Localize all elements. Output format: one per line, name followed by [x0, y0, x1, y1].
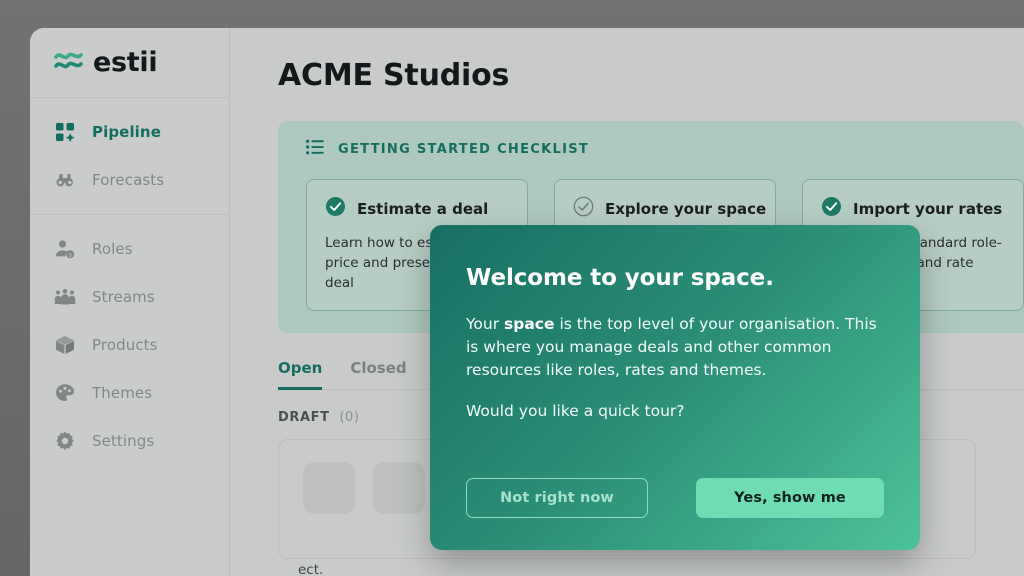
- palette-icon: [54, 382, 76, 404]
- welcome-tour-modal: Welcome to your space. Your space is the…: [430, 225, 920, 550]
- modal-actions: Not right now Yes, show me: [466, 478, 884, 518]
- sidebar-item-pipeline[interactable]: Pipeline: [30, 108, 229, 156]
- person-dollar-icon: $: [54, 238, 76, 260]
- sidebar-item-label: Streams: [92, 288, 155, 306]
- modal-p1-part-a: Your: [466, 315, 504, 333]
- check-circle-outline-icon: [573, 196, 594, 221]
- sidebar-item-label: Settings: [92, 432, 154, 450]
- modal-title-suffix: .: [765, 265, 774, 291]
- sidebar-group-resources: $ Roles Streams: [30, 214, 229, 475]
- checklist-heading: GETTING STARTED CHECKLIST: [338, 142, 589, 157]
- sidebar-group-primary: Pipeline Forecasts: [30, 98, 229, 214]
- checklist-card-header: Explore your space: [573, 196, 757, 221]
- pipeline-icon: [54, 121, 76, 143]
- svg-text:$: $: [68, 252, 71, 258]
- modal-title: Welcome to your space.: [466, 265, 884, 291]
- checklist-card-header: Estimate a deal: [325, 196, 509, 221]
- modal-title-prefix: Welcome to your: [466, 265, 691, 291]
- binoculars-icon: [54, 169, 76, 191]
- gear-icon: [54, 430, 76, 452]
- background-text-line-1: ect.: [298, 558, 1024, 576]
- modal-paragraph-1: Your space is the top level of your orga…: [466, 313, 884, 382]
- sidebar-item-label: Products: [92, 336, 158, 354]
- sidebar-item-label: Roles: [92, 240, 133, 258]
- sidebar: estii Pipeline: [30, 28, 230, 576]
- yes-show-me-button[interactable]: Yes, show me: [696, 478, 884, 518]
- list-icon: [306, 139, 324, 159]
- background-body-text: ect. At this level, you view their value…: [298, 558, 1024, 576]
- sidebar-item-streams[interactable]: Streams: [30, 273, 229, 321]
- modal-p1-strong: space: [504, 315, 554, 333]
- sidebar-item-roles[interactable]: $ Roles: [30, 225, 229, 273]
- skeleton-tile: [303, 462, 355, 514]
- not-right-now-button[interactable]: Not right now: [466, 478, 648, 518]
- box-icon: [54, 334, 76, 356]
- page-title: ACME Studios: [278, 58, 1024, 93]
- people-group-icon: [54, 286, 76, 308]
- sidebar-item-themes[interactable]: Themes: [30, 369, 229, 417]
- tab-open[interactable]: Open: [278, 359, 322, 390]
- checklist-header: GETTING STARTED CHECKLIST: [306, 139, 1024, 159]
- draft-label: DRAFT: [278, 410, 330, 425]
- checklist-card-header: Import your rates: [821, 196, 1005, 221]
- checklist-card-title: Import your rates: [853, 200, 1002, 218]
- skeleton-tile: [373, 462, 425, 514]
- brand-header[interactable]: estii: [30, 28, 229, 98]
- checklist-card-title: Explore your space: [605, 200, 766, 218]
- sidebar-item-label: Themes: [92, 384, 152, 402]
- check-circle-filled-icon: [821, 196, 842, 221]
- modal-paragraph-2: Would you like a quick tour?: [466, 400, 884, 423]
- sidebar-item-label: Forecasts: [92, 171, 164, 189]
- sidebar-item-forecasts[interactable]: Forecasts: [30, 156, 229, 204]
- check-circle-filled-icon: [325, 196, 346, 221]
- sidebar-item-products[interactable]: Products: [30, 321, 229, 369]
- modal-title-strong: space: [691, 265, 765, 291]
- tab-closed[interactable]: Closed: [350, 359, 406, 390]
- brand-name: estii: [93, 49, 157, 76]
- checklist-card-title: Estimate a deal: [357, 200, 488, 218]
- sidebar-item-settings[interactable]: Settings: [30, 417, 229, 465]
- sidebar-item-label: Pipeline: [92, 123, 161, 141]
- draft-count: (0): [339, 410, 359, 425]
- estii-waves-logo-icon: [54, 48, 84, 78]
